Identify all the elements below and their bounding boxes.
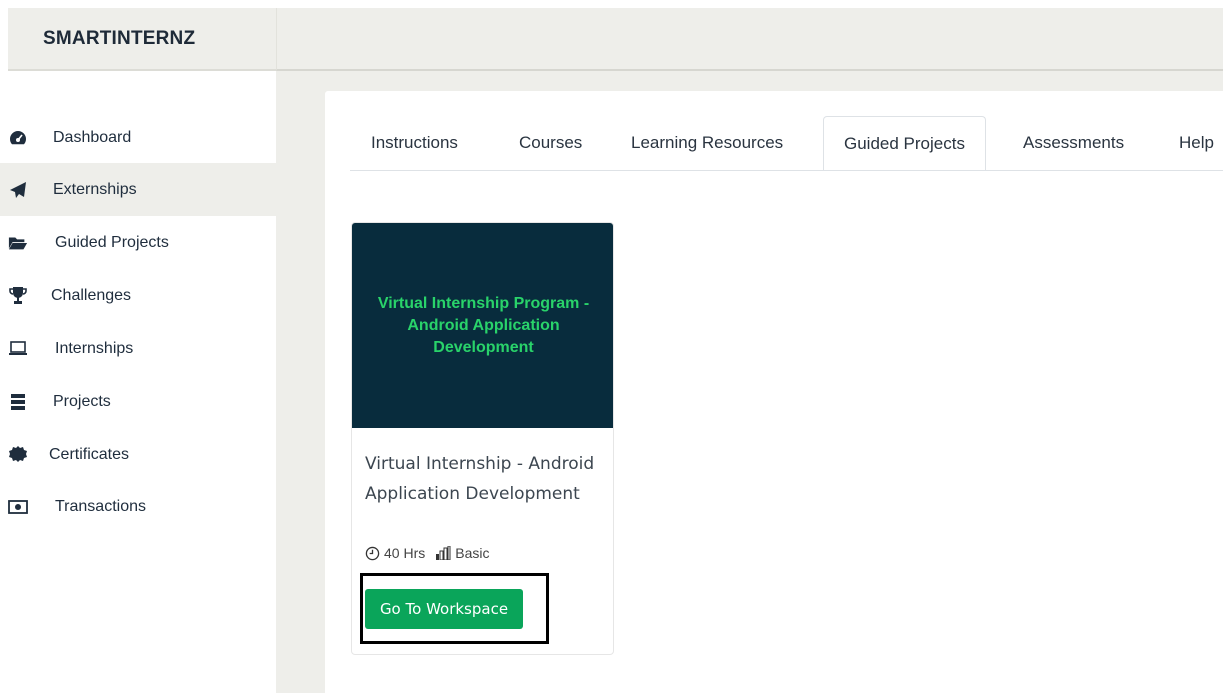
sidebar-item-label: Certificates	[49, 445, 130, 463]
sidebar-item-label: Guided Projects	[55, 233, 169, 251]
sidebar-item-label: Transactions	[55, 497, 146, 515]
tab-bar: Instructions Courses Learning Resources …	[350, 116, 1223, 171]
sidebar-item-label: Dashboard	[53, 128, 132, 146]
tab-assessments[interactable]: Assessments	[1023, 116, 1124, 170]
card-meta: 40 Hrs Basic	[365, 545, 489, 561]
sidebar-item-label: Internships	[55, 339, 134, 357]
sidebar-item-transactions[interactable]: Transactions	[0, 480, 276, 533]
card-title: Virtual Internship - Android Application…	[365, 454, 595, 504]
card-banner-image: Virtual Internship Program - Android App…	[352, 223, 613, 428]
tab-courses[interactable]: Courses	[519, 116, 582, 170]
clock-icon	[365, 546, 380, 560]
tab-instructions[interactable]: Instructions	[371, 116, 458, 170]
tab-guided-projects[interactable]: Guided Projects	[823, 116, 986, 170]
sidebar-item-label: Projects	[53, 392, 111, 410]
sidebar-item-externships[interactable]: Externships	[0, 163, 276, 216]
certificate-icon	[8, 445, 28, 465]
sidebar: Dashboard Externships Guided Projects Ch…	[0, 71, 276, 693]
sidebar-item-challenges[interactable]: Challenges	[0, 269, 276, 322]
tab-learning-resources[interactable]: Learning Resources	[631, 116, 783, 170]
duration-text: 40 Hrs	[384, 545, 426, 561]
sidebar-item-dashboard[interactable]: Dashboard	[0, 111, 276, 164]
folder-open-icon	[8, 233, 28, 253]
dashboard-icon	[8, 128, 28, 148]
signal-level-icon	[436, 546, 451, 560]
trophy-icon	[8, 286, 28, 306]
laptop-icon	[8, 339, 28, 359]
sidebar-item-guided-projects[interactable]: Guided Projects	[0, 216, 276, 269]
brand-bar: SMARTINTERNZ	[8, 8, 276, 71]
sidebar-item-label: Externships	[53, 180, 137, 198]
money-icon	[8, 497, 28, 517]
tab-help[interactable]: Help	[1179, 116, 1214, 170]
server-icon	[8, 392, 28, 412]
level-text: Basic	[455, 545, 490, 561]
brand-logo-text[interactable]: SMARTINTERNZ	[43, 28, 195, 50]
sidebar-item-label: Challenges	[51, 286, 132, 304]
sidebar-item-certificates[interactable]: Certificates	[0, 428, 276, 481]
top-header	[276, 8, 1223, 71]
go-to-workspace-button[interactable]: Go To Workspace	[365, 589, 523, 629]
sidebar-item-projects[interactable]: Projects	[0, 375, 276, 428]
banner-text: Virtual Internship Program - Android App…	[377, 294, 590, 356]
sidebar-item-internships[interactable]: Internships	[0, 322, 276, 375]
paper-plane-icon	[8, 180, 28, 200]
